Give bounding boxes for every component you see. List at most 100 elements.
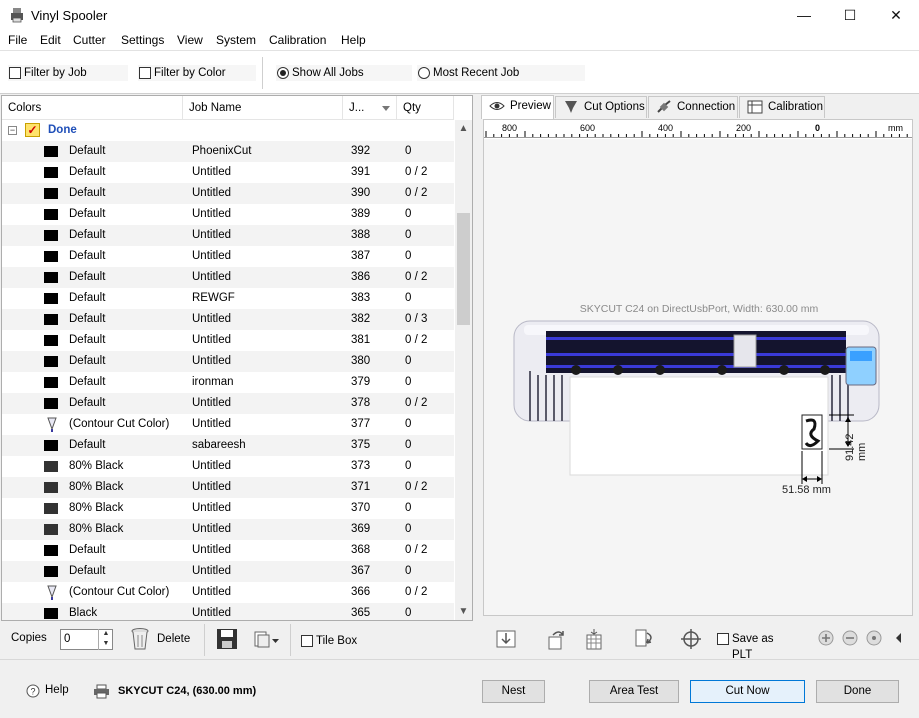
scroll-down-icon[interactable]: ▼: [455, 603, 472, 620]
ruler-unit-label: mm: [888, 123, 903, 133]
help-icon[interactable]: ?: [26, 684, 40, 698]
table-row[interactable]: Default Untitled 382 0 / 3: [2, 309, 454, 330]
divider: [290, 624, 291, 656]
table-row[interactable]: Default Untitled 388 0: [2, 225, 454, 246]
job-number: 371: [351, 481, 371, 493]
menu-help[interactable]: Help: [341, 33, 366, 47]
table-row[interactable]: Default Untitled 368 0 / 2: [2, 540, 454, 561]
table-row[interactable]: Default ironman 379 0: [2, 372, 454, 393]
color-swatch: [44, 461, 58, 472]
job-name: ironman: [192, 376, 234, 388]
menu-calibration[interactable]: Calibration: [269, 33, 326, 47]
copies-stepper[interactable]: ▲ ▼: [98, 629, 113, 650]
table-row[interactable]: (Contour Cut Color) Untitled 377 0: [2, 414, 454, 435]
column-qty[interactable]: Qty: [397, 96, 454, 120]
filter-by-color-checkbox[interactable]: Filter by Color: [138, 65, 256, 81]
save-as-plt-checkbox[interactable]: Save as PLT: [716, 631, 796, 661]
color-name: Default: [69, 439, 106, 451]
done-check-icon: ✓: [25, 123, 40, 137]
increment-icon[interactable]: ▲: [99, 629, 113, 639]
table-row[interactable]: Default Untitled 386 0 / 2: [2, 267, 454, 288]
tab-preview[interactable]: Preview: [481, 95, 554, 119]
checkbox-box: [717, 633, 729, 645]
job-name: Untitled: [192, 565, 231, 577]
left-toolbar: Copies 0 ▲ ▼ Delete Tile Box: [1, 621, 473, 659]
table-row[interactable]: Default Untitled 391 0 / 2: [2, 162, 454, 183]
filter-by-job-checkbox[interactable]: Filter by Job: [8, 65, 128, 81]
zoom-in-icon[interactable]: [817, 629, 835, 647]
maximize-button[interactable]: ☐: [827, 0, 873, 31]
tab-cut-options[interactable]: Cut Options: [555, 96, 647, 118]
table-row[interactable]: Default Untitled 367 0: [2, 561, 454, 582]
menu-system[interactable]: System: [216, 33, 256, 47]
column-job-number[interactable]: J...: [343, 96, 397, 120]
preview-canvas[interactable]: SKYCUT C24 on DirectUsbPort, Width: 630.…: [484, 139, 912, 615]
vertical-scrollbar[interactable]: ▲ ▼: [455, 120, 472, 620]
menu-edit[interactable]: Edit: [40, 33, 61, 47]
table-row[interactable]: Default Untitled 378 0 / 2: [2, 393, 454, 414]
table-row[interactable]: Default sabareesh 375 0: [2, 435, 454, 456]
decrement-icon[interactable]: ▼: [99, 639, 113, 649]
color-name: Black: [69, 607, 98, 619]
zoom-fit-icon[interactable]: [865, 629, 883, 647]
collapse-left-icon[interactable]: [893, 630, 905, 646]
minimize-button[interactable]: —: [781, 0, 827, 31]
job-qty: 0: [405, 376, 412, 388]
menu-settings[interactable]: Settings: [121, 33, 164, 47]
copy-dropdown-icon[interactable]: [253, 629, 281, 649]
table-row[interactable]: Default Untitled 387 0: [2, 246, 454, 267]
cutter-illustration: [513, 320, 880, 484]
done-button[interactable]: Done: [816, 680, 899, 703]
color-swatch: [44, 293, 58, 304]
nest-button[interactable]: Nest: [482, 680, 545, 703]
table-row[interactable]: 80% Black Untitled 369 0: [2, 519, 454, 540]
table-row[interactable]: 80% Black Untitled 370 0: [2, 498, 454, 519]
color-name: Default: [69, 334, 106, 346]
table-row[interactable]: Default PhoenixCut 392 0: [2, 141, 454, 162]
color-name: 80% Black: [69, 523, 124, 535]
column-colors-label: Colors: [8, 102, 42, 114]
most-recent-job-radio[interactable]: Most Recent Job: [417, 65, 585, 81]
tile-box-checkbox[interactable]: Tile Box: [300, 633, 380, 649]
column-job-name[interactable]: Job Name: [183, 96, 343, 120]
job-name: Untitled: [192, 229, 231, 241]
trash-icon[interactable]: [129, 627, 151, 651]
menu-view[interactable]: View: [177, 33, 203, 47]
scroll-up-icon[interactable]: ▲: [455, 120, 472, 137]
tab-connection[interactable]: Connection: [648, 96, 738, 118]
job-name: Untitled: [192, 187, 231, 199]
weed-icon[interactable]: [633, 627, 657, 651]
delete-button[interactable]: Delete: [157, 633, 190, 645]
save-icon[interactable]: [216, 628, 238, 650]
crosshair-icon[interactable]: [679, 627, 703, 651]
help-button[interactable]: Help: [45, 684, 69, 696]
checkbox-box: [139, 67, 151, 79]
table-row[interactable]: Black Untitled 365 0: [2, 603, 454, 620]
area-test-button[interactable]: Area Test: [589, 680, 679, 703]
table-row[interactable]: Default Untitled 381 0 / 2: [2, 330, 454, 351]
scroll-thumb[interactable]: [457, 213, 470, 325]
rotate-icon[interactable]: [545, 627, 569, 651]
table-row[interactable]: Default Untitled 390 0 / 2: [2, 183, 454, 204]
tab-calibration[interactable]: Calibration: [739, 96, 825, 118]
sort-desc-icon: [382, 106, 390, 111]
tile-icon[interactable]: [582, 627, 606, 651]
close-button[interactable]: ✕: [873, 0, 919, 31]
preview-area[interactable]: 800 600 400 200 0 mm SKYCUT C24 on Direc…: [483, 119, 913, 616]
zoom-out-icon[interactable]: [841, 629, 859, 647]
cut-now-button[interactable]: Cut Now: [690, 680, 805, 703]
column-colors[interactable]: Colors: [2, 96, 183, 120]
table-row[interactable]: 80% Black Untitled 371 0 / 2: [2, 477, 454, 498]
table-row[interactable]: Default Untitled 389 0: [2, 204, 454, 225]
menu-file[interactable]: File: [8, 33, 27, 47]
menu-cutter[interactable]: Cutter: [73, 33, 106, 47]
table-row[interactable]: (Contour Cut Color) Untitled 366 0 / 2: [2, 582, 454, 603]
group-row-done[interactable]: − ✓ Done: [2, 120, 454, 141]
color-name: Default: [69, 313, 106, 325]
collapse-toggle-icon[interactable]: −: [8, 126, 17, 135]
table-row[interactable]: Default Untitled 380 0: [2, 351, 454, 372]
table-row[interactable]: 80% Black Untitled 373 0: [2, 456, 454, 477]
send-to-cutter-icon[interactable]: [494, 627, 518, 651]
show-all-jobs-radio[interactable]: Show All Jobs: [276, 65, 412, 81]
table-row[interactable]: Default REWGF 383 0: [2, 288, 454, 309]
